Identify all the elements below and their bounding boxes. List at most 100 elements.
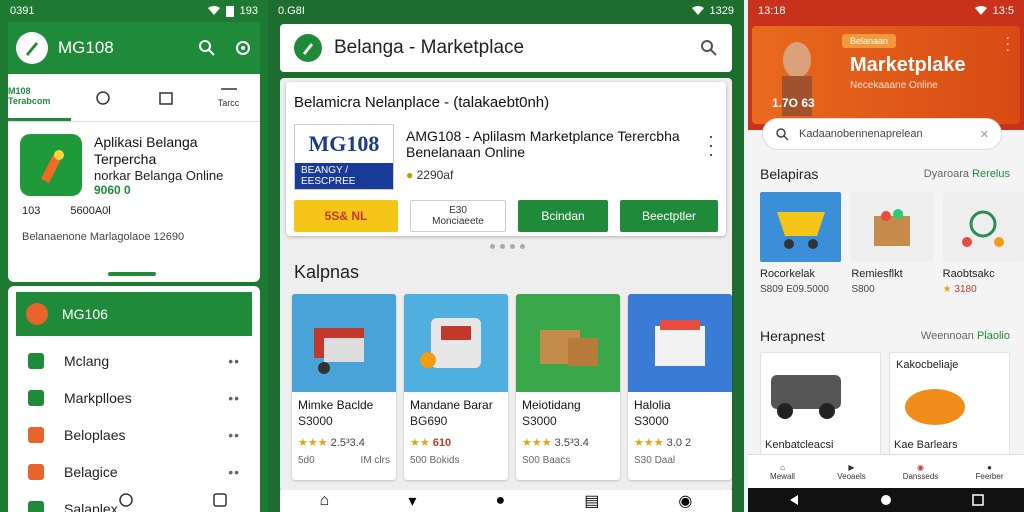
nav-cart[interactable]: ◉ Dansseds: [886, 455, 955, 488]
promo-button[interactable]: 5S& NL: [294, 200, 398, 232]
menu-item[interactable]: Mclang ••: [8, 342, 260, 379]
product-sold-count: 500 Bokids: [410, 455, 460, 466]
explore-icon: ▶: [848, 462, 855, 472]
status-icons: 1329: [691, 5, 734, 17]
product-rating-value: 2.5³3.4: [330, 437, 365, 449]
menu-item-label: Mclang: [64, 352, 110, 369]
tile-price: S800: [851, 284, 875, 295]
bag-icon: [28, 352, 44, 369]
details-button[interactable]: E30 Monciaeete: [410, 200, 506, 232]
tab-more[interactable]: Tarcc: [197, 74, 260, 121]
product-card[interactable]: Mandane Barar BG690 ★★ 610 500 Bokids: [404, 294, 508, 480]
meta-right: 5600A0l: [70, 205, 111, 217]
action-buttons: 5S& NL E30 Monciaeete Bcindan Beectptler: [294, 200, 718, 232]
search-placeholder: Kadaanobennenaprelean: [799, 128, 923, 140]
buy-button[interactable]: Bcindan: [518, 200, 608, 232]
featured-tile-top: Kakocbeliaje: [896, 359, 959, 371]
menu-item[interactable]: Markplloes ••: [8, 379, 260, 416]
chat-icon[interactable]: ▾: [408, 491, 416, 511]
product-card[interactable]: Mimke Baclde S3000 ★★★ 2.5³3.4 5d0 IM clr…: [292, 294, 396, 480]
category-tile[interactable]: Rocorkelak S809 E09.5000: [760, 192, 842, 295]
battery-icon: [225, 5, 234, 17]
tab-home[interactable]: M108 Terabcom: [8, 74, 71, 121]
product-price: BG690: [410, 414, 448, 428]
tab-calendar[interactable]: [134, 74, 197, 121]
more-vert-icon[interactable]: · · ·: [1005, 30, 1010, 56]
more-icon[interactable]: ••: [228, 464, 240, 480]
tab-home-label: M108 Terabcom: [8, 86, 51, 106]
menu-item[interactable]: Belagice ••: [8, 453, 260, 490]
bottom-nav: ⌂ ▾ ● ▤ ◉: [280, 490, 732, 512]
category-tile[interactable]: Raobtsakc ★ 3180: [942, 192, 1024, 295]
cart-icon: ◉: [917, 462, 924, 472]
product-card[interactable]: Meiotidang S3000 ★★★ 3.5³3.4 S00 Baacs: [516, 294, 620, 480]
app-price: 9060 0: [94, 183, 131, 197]
pager-dot[interactable]: [500, 244, 505, 249]
more-vert-icon[interactable]: · · ·: [708, 127, 714, 163]
nav-profile-label: Feerber: [975, 471, 1004, 481]
home-icon[interactable]: ⌂: [320, 492, 330, 510]
tile-name: Rocorkelak: [760, 268, 816, 280]
settings-icon[interactable]: [234, 39, 252, 57]
orders-icon[interactable]: ▤: [584, 491, 599, 511]
app-meta: 103 5600A0l: [8, 197, 260, 225]
product-rating-value: 610: [432, 437, 452, 449]
search-input[interactable]: Kadaanobennenaprelean ✕: [762, 118, 1002, 150]
banner-sub: BEANGY / EESCPREE: [295, 163, 393, 189]
featured-tile[interactable]: Kakocbeliaje Kae Barlears: [889, 352, 1010, 456]
more-icon[interactable]: ••: [228, 390, 240, 406]
bottom-nav: ⌂ Mewall ▶ Veoaels ◉ Dansseds ● Feerber: [748, 454, 1024, 488]
sheet-header: MG106: [16, 292, 252, 336]
details-button-top: E30: [449, 205, 467, 216]
pager-dot[interactable]: [520, 244, 525, 249]
menu-item[interactable]: Beloplaes ••: [8, 416, 260, 453]
section2-link-green[interactable]: Plaolio: [977, 330, 1010, 342]
pager-dot[interactable]: [490, 244, 495, 249]
search-bar[interactable]: Belanga - Marketplace: [280, 24, 732, 72]
back-button-icon[interactable]: [788, 494, 800, 506]
profile-icon[interactable]: ◉: [678, 491, 692, 511]
nav-home[interactable]: ⌂ Mewall: [748, 455, 817, 488]
recents-button-icon[interactable]: [212, 492, 228, 508]
install-button[interactable]: Beectptler: [620, 200, 718, 232]
more-icon[interactable]: ••: [228, 353, 240, 369]
product-card[interactable]: Halolia S3000 ★★★ 3.0 2 S30 Daal: [628, 294, 732, 480]
recents-button-icon[interactable]: [972, 494, 984, 506]
home-button-icon[interactable]: [118, 492, 134, 508]
section1-link-green[interactable]: Rerelus: [972, 168, 1010, 180]
hero-banner[interactable]: Belanaan Marketplake Necekaaane Online 1…: [752, 26, 1020, 124]
tab-chat[interactable]: [71, 74, 134, 121]
more-icon[interactable]: ••: [228, 427, 240, 443]
star-icon: ★★★: [522, 437, 552, 449]
nav-profile[interactable]: ● Feerber: [955, 455, 1024, 488]
featured-tile[interactable]: Kenbatcleacsi: [760, 352, 881, 456]
product-list: Mimke Baclde S3000 ★★★ 2.5³3.4 5d0 IM clr…: [292, 294, 732, 480]
battery-level: 193: [239, 5, 258, 17]
cart-icon[interactable]: ●: [495, 492, 505, 510]
nav-explore[interactable]: ▶ Veoaels: [817, 455, 886, 488]
category-tile[interactable]: Remiesflkt S800: [851, 192, 933, 295]
grid-icon: [28, 426, 44, 443]
section2-link-gray[interactable]: Weennoan: [921, 330, 974, 342]
sheet-logo-icon: [26, 303, 48, 325]
search-icon[interactable]: [700, 39, 718, 57]
featured-app-card[interactable]: Belamicra Nelanplace - (talakaebt0nh) MG…: [286, 82, 726, 236]
status-time: 0391: [10, 5, 35, 17]
pager-dot[interactable]: [510, 244, 515, 249]
carousel-pager: [490, 244, 525, 249]
clear-icon[interactable]: ✕: [980, 128, 989, 141]
product-name: Meiotidang: [522, 398, 581, 412]
drag-handle[interactable]: [108, 272, 156, 276]
home-button-icon[interactable]: [880, 494, 892, 506]
product-sold: S00 Baacs: [516, 449, 620, 466]
search-icon[interactable]: [198, 39, 216, 57]
app-card[interactable]: Aplikasi Belanga Terpercha norkar Belang…: [8, 122, 260, 197]
app-title: AMG108 - Aplilasm Marketplance Terercbha: [406, 128, 680, 144]
product-sold-count: 5d0: [298, 455, 315, 466]
system-nav: [118, 492, 228, 508]
phone-left: 0391 193 MG108 M108 Terabcom Tarcc Aplik…: [0, 0, 268, 512]
section1-link-gray[interactable]: Dyaroara: [924, 168, 969, 180]
section-title: Kalpnas: [294, 262, 360, 282]
vehicle-image: [771, 375, 841, 419]
hero-subtitle: Necekaaane Online: [850, 80, 938, 91]
